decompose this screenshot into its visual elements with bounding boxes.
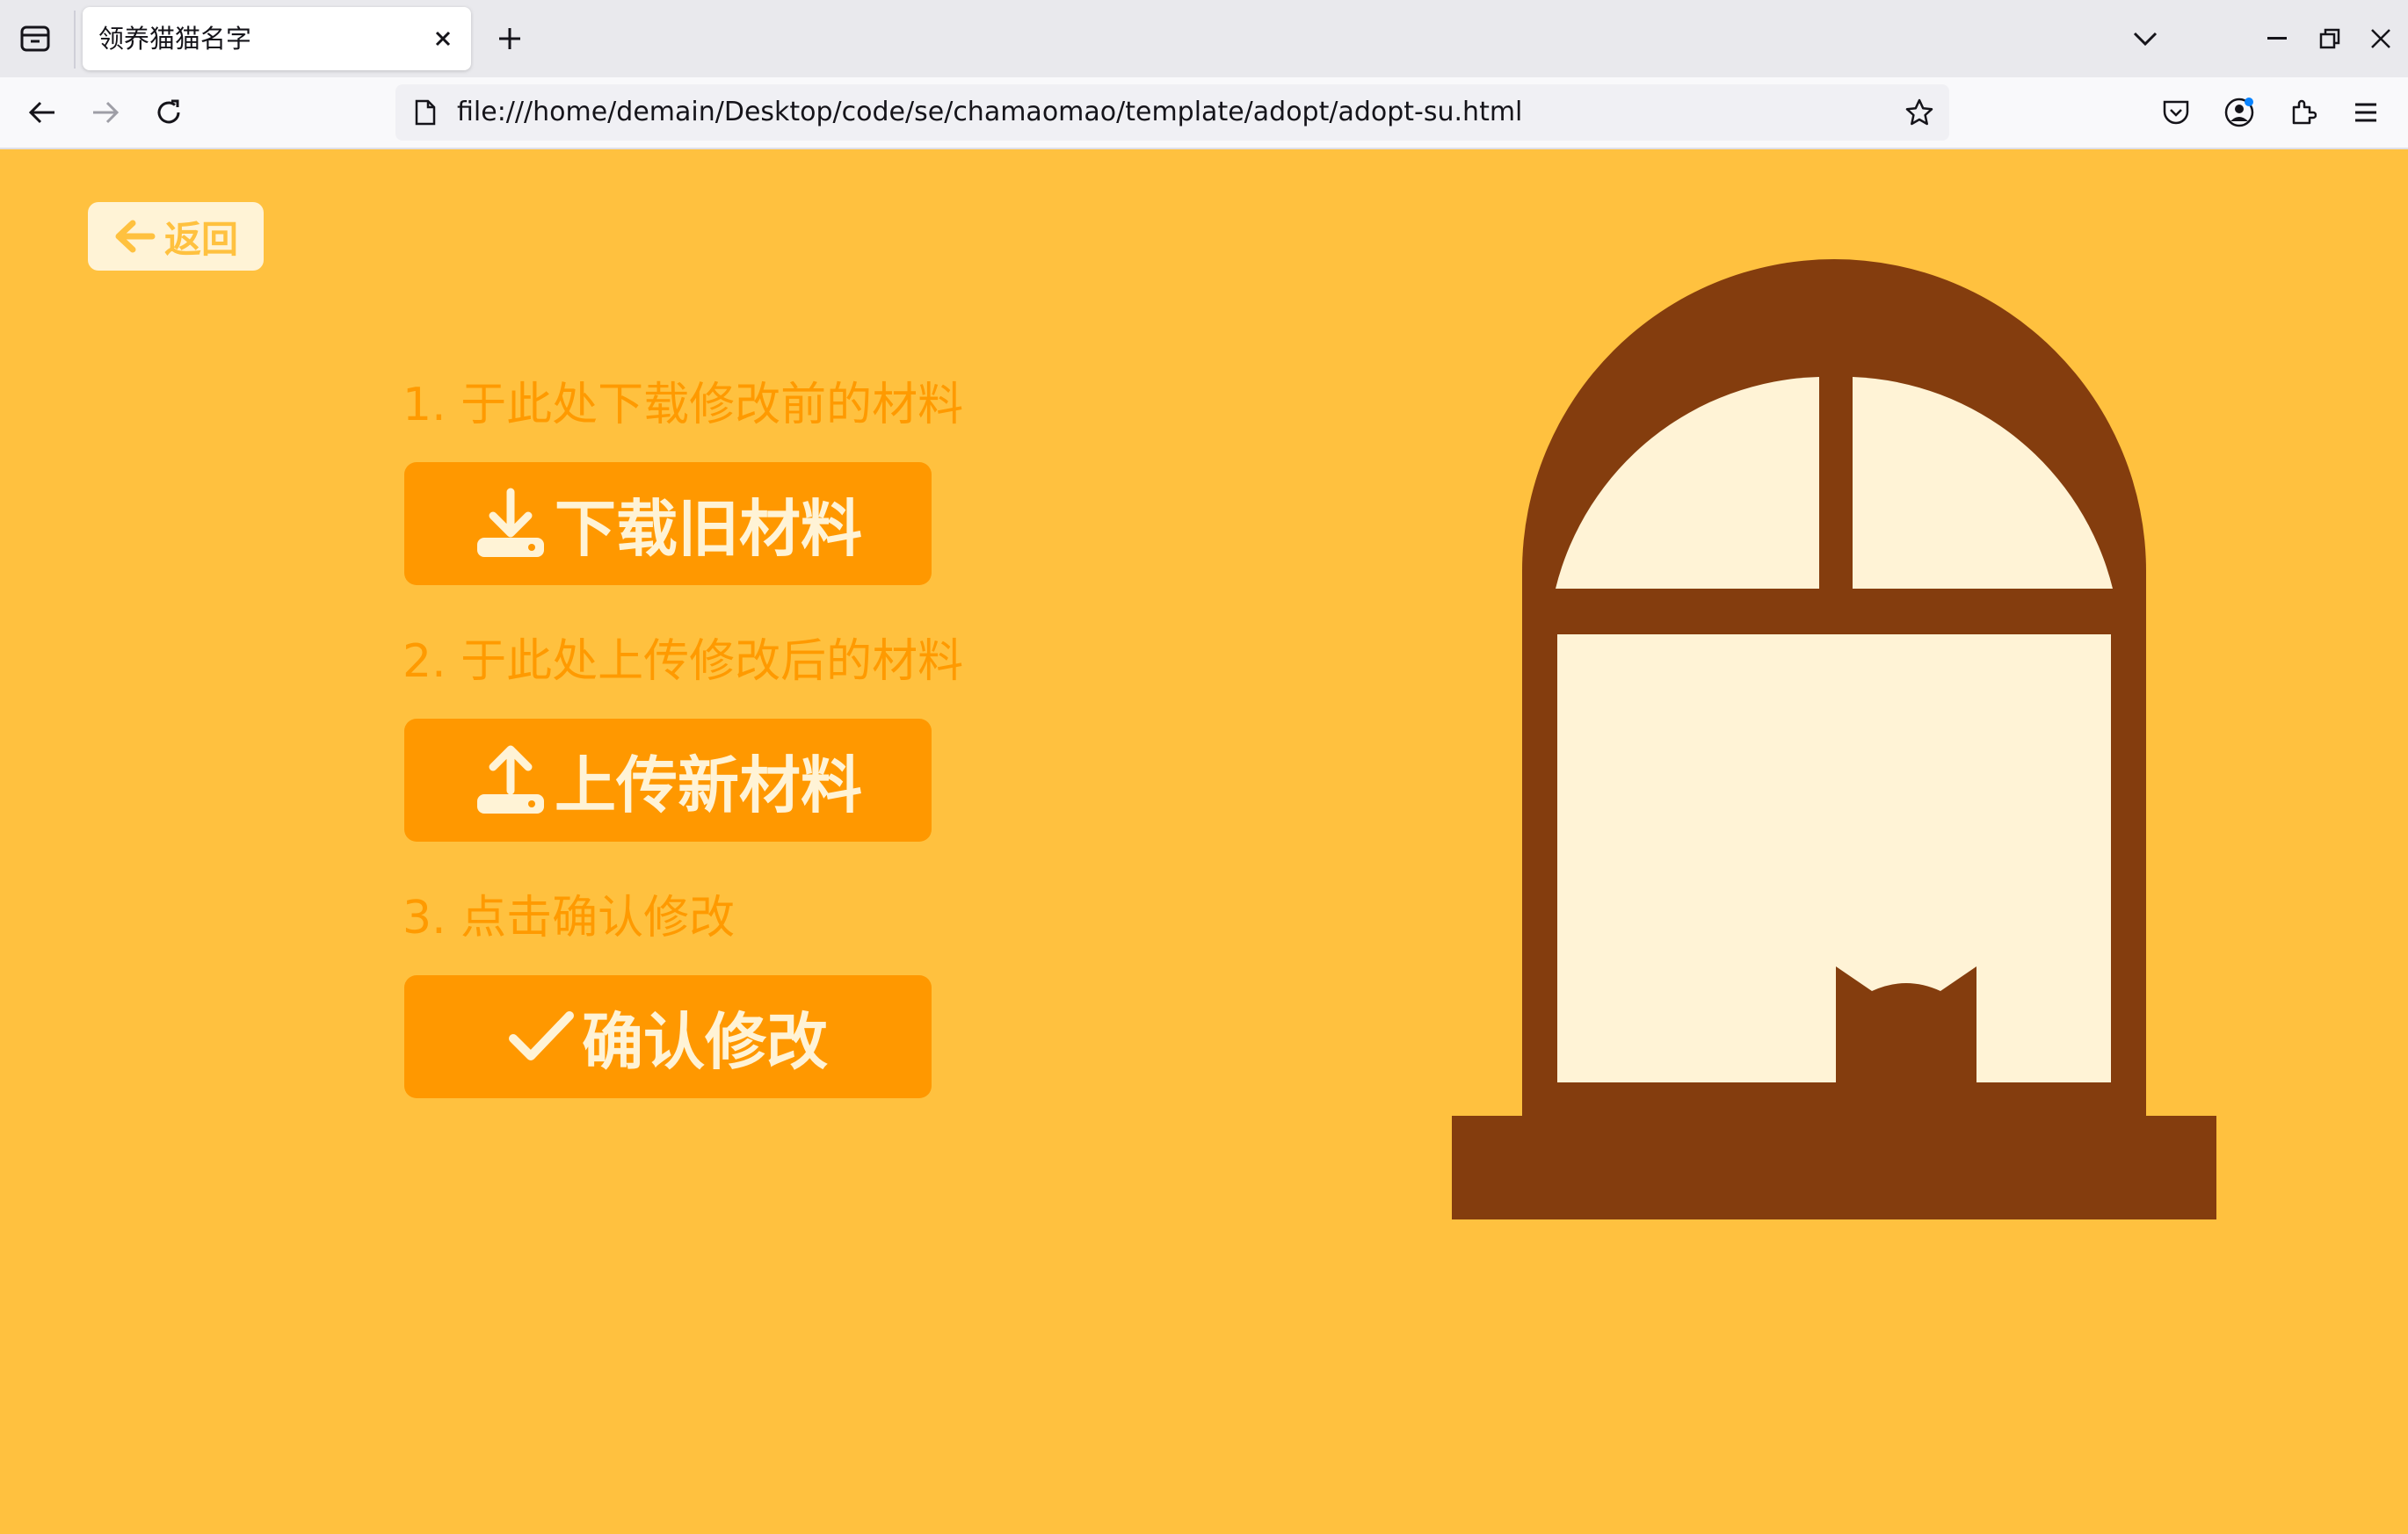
step-2-label: 2. 于此处上传修改后的材料	[403, 635, 964, 688]
chevron-down-icon[interactable]	[2127, 21, 2164, 56]
page-icon	[411, 98, 439, 127]
extensions-icon[interactable]	[2283, 93, 2322, 132]
back-button-label: 返回	[163, 217, 238, 261]
step-1-label: 1. 于此处下载修改前的材料	[403, 379, 964, 431]
menu-icon[interactable]	[2346, 93, 2385, 132]
step-3-label: 3. 点击确认修改	[403, 892, 736, 944]
tab-list-icon[interactable]	[16, 21, 54, 56]
check-icon	[509, 1011, 574, 1060]
browser-nav-bar: file:///home/demain/Desktop/code/se/cham…	[0, 77, 2408, 149]
reload-icon[interactable]	[149, 93, 188, 132]
upload-new-material-button[interactable]: 上传新材料	[404, 719, 932, 842]
upload-button-label: 上传新材料	[555, 749, 862, 821]
new-tab-icon[interactable]	[492, 21, 527, 56]
bookmark-star-icon[interactable]	[1904, 97, 1935, 128]
download-old-material-button[interactable]: 下载旧材料	[404, 462, 932, 585]
window-cat-illustration	[1452, 259, 2216, 1219]
forward-arrow-icon[interactable]	[86, 93, 125, 132]
restore-icon[interactable]	[2311, 21, 2348, 56]
tab-title: 领养猫猫名字	[98, 24, 252, 54]
close-tab-icon[interactable]	[427, 23, 459, 54]
confirm-button-label: 确认修改	[582, 1005, 828, 1078]
window-close-icon[interactable]	[2362, 21, 2399, 56]
download-icon	[477, 488, 544, 557]
page-content: 返回 1. 于此处下载修改前的材料 下载旧材料 2. 于此处上传修改后的材料 上…	[0, 149, 2408, 1534]
browser-tab-bar: 领养猫猫名字	[0, 0, 2408, 77]
back-arrow-icon[interactable]	[23, 93, 62, 132]
account-icon[interactable]	[2220, 93, 2259, 132]
confirm-modify-button[interactable]: 确认修改	[404, 975, 932, 1098]
url-text: file:///home/demain/Desktop/code/se/cham…	[457, 97, 1523, 127]
back-button[interactable]: 返回	[88, 202, 264, 271]
upload-icon	[477, 745, 544, 814]
download-button-label: 下载旧材料	[555, 492, 862, 565]
arrow-left-icon	[115, 220, 156, 253]
pocket-icon[interactable]	[2157, 93, 2195, 132]
minimize-icon[interactable]	[2259, 21, 2296, 56]
url-bar[interactable]: file:///home/demain/Desktop/code/se/cham…	[395, 84, 1949, 141]
tab-separator	[74, 11, 76, 69]
active-tab[interactable]: 领养猫猫名字	[83, 7, 471, 70]
